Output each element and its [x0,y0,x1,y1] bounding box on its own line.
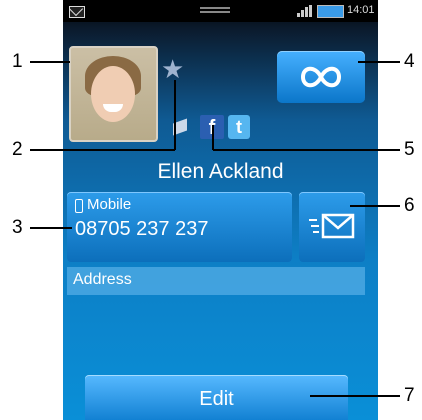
mobile-phone-icon [75,199,83,213]
edit-button[interactable]: Edit [85,375,348,420]
mobile-number-button[interactable]: Mobile 08705 237 237 [67,192,292,262]
infinite-button[interactable] [277,51,365,103]
callout-2: 2 [12,139,23,160]
address-label: Address [73,271,132,288]
callout-5: 5 [404,139,415,160]
callout-7: 7 [404,385,415,406]
send-message-button[interactable] [299,192,365,262]
signal-icon [297,5,313,17]
callout-2-line-vertical [174,80,176,150]
callout-4: 4 [404,51,415,72]
callout-1: 1 [12,51,23,72]
callout-3: 3 [12,217,23,238]
status-time: 14:01 [347,4,375,16]
battery-icon [317,5,344,18]
callout-5-line-vertical [212,125,214,150]
star-icon[interactable]: ★ [161,56,184,82]
callout-5-line [213,149,400,151]
contact-photo[interactable] [69,46,158,142]
phone-type-label: Mobile [87,196,132,213]
infinite-icon [300,66,342,88]
drag-handle-icon[interactable] [200,7,230,15]
callout-6: 6 [404,195,415,216]
address-field[interactable]: Address [67,267,365,295]
callout-3-line [30,227,72,229]
callout-7-line [310,395,400,397]
status-bar: 14:01 [63,0,378,22]
callout-4-line [358,61,400,63]
callout-2-line [30,149,175,151]
callout-6-line [350,205,400,207]
message-icon [309,213,355,239]
phone-screen: 14:01 ★ f t Ellen Ackland Mobile 08705 2… [63,0,378,420]
twitter-icon[interactable]: t [228,115,250,139]
phone-number: 08705 237 237 [75,218,209,240]
mail-icon[interactable] [69,6,85,18]
callout-1-line [30,61,70,63]
contact-name: Ellen Ackland [157,160,284,183]
